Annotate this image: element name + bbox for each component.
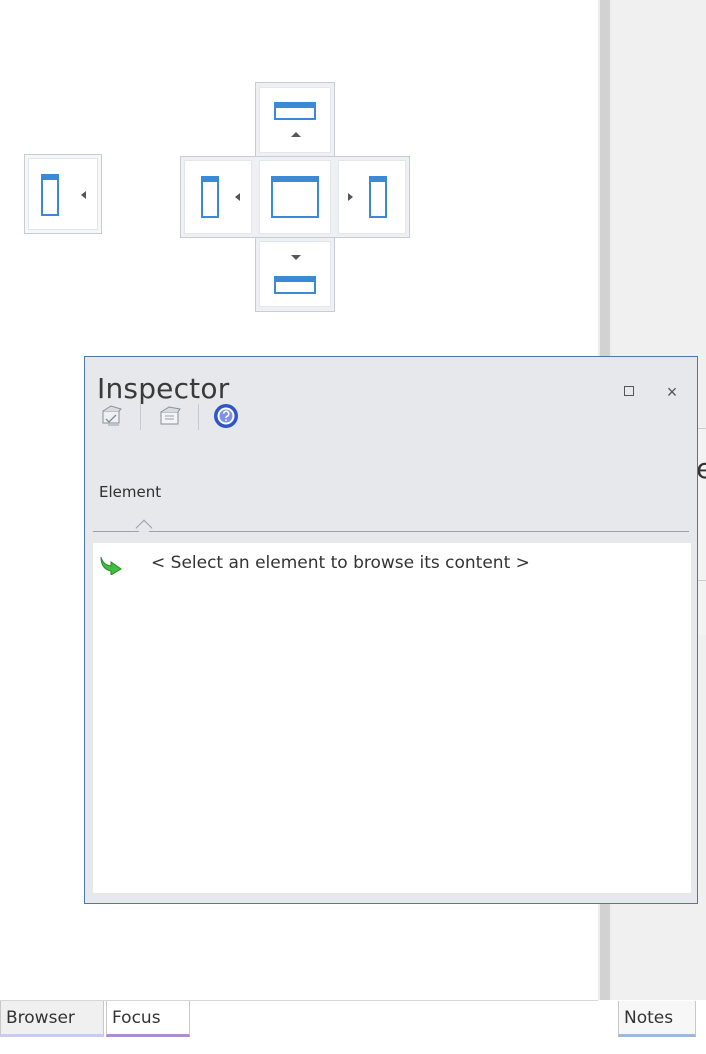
dock-target-top[interactable] xyxy=(259,87,331,153)
element-features-icon xyxy=(160,406,181,425)
inspector-window[interactable]: Inspector × Element < Select an element … xyxy=(84,356,698,904)
inspector-content-area: < Select an element to browse its conten… xyxy=(93,543,691,893)
help-icon xyxy=(214,404,238,428)
dock-right-panel-icon xyxy=(369,176,387,218)
dock-guide-outer-left-inner xyxy=(28,158,98,230)
dock-guide-cross xyxy=(180,82,410,312)
dock-target-left[interactable] xyxy=(184,160,252,234)
tab-notes[interactable]: Notes xyxy=(618,1001,696,1037)
maximize-button[interactable] xyxy=(621,383,639,401)
maximize-icon xyxy=(624,386,634,396)
hint-text: < Select an element to browse its conten… xyxy=(151,553,530,573)
dock-down-arrow-icon xyxy=(291,255,301,260)
dock-left-panel-icon xyxy=(41,174,59,216)
tab-focus[interactable]: Focus xyxy=(106,1001,190,1037)
close-button[interactable]: × xyxy=(663,383,681,401)
inspector-toolbar xyxy=(97,401,297,431)
dock-left-panel-icon xyxy=(201,176,219,218)
dock-left-arrow-icon xyxy=(235,193,240,201)
inspector-title: Inspector xyxy=(97,372,230,405)
help-button[interactable] xyxy=(211,401,241,431)
element-details-button[interactable] xyxy=(97,401,127,431)
dock-right-arrow-icon xyxy=(348,193,353,201)
bottom-tab-bar: Browser Focus Notes xyxy=(0,1000,706,1054)
dock-top-panel-icon xyxy=(274,102,316,120)
dock-left-arrow-icon xyxy=(81,191,86,199)
green-arrow-icon xyxy=(100,556,122,575)
dock-bottom-panel-icon xyxy=(274,276,316,294)
toolbar-separator xyxy=(198,404,199,430)
tab-divider xyxy=(93,531,689,532)
element-details-icon xyxy=(102,405,122,426)
dock-target-center[interactable] xyxy=(259,160,331,234)
dock-center-panel-icon xyxy=(271,176,319,218)
toolbar-separator xyxy=(140,404,141,430)
tab-browser[interactable]: Browser xyxy=(0,1001,104,1037)
dock-guide-outer-left[interactable] xyxy=(24,154,102,234)
tab-element[interactable]: Element xyxy=(99,485,161,500)
dock-target-bottom[interactable] xyxy=(259,241,331,307)
dock-up-arrow-icon xyxy=(291,132,301,137)
element-features-button[interactable] xyxy=(155,401,185,431)
active-tab-indicator xyxy=(135,519,153,537)
dock-target-right[interactable] xyxy=(338,160,406,234)
